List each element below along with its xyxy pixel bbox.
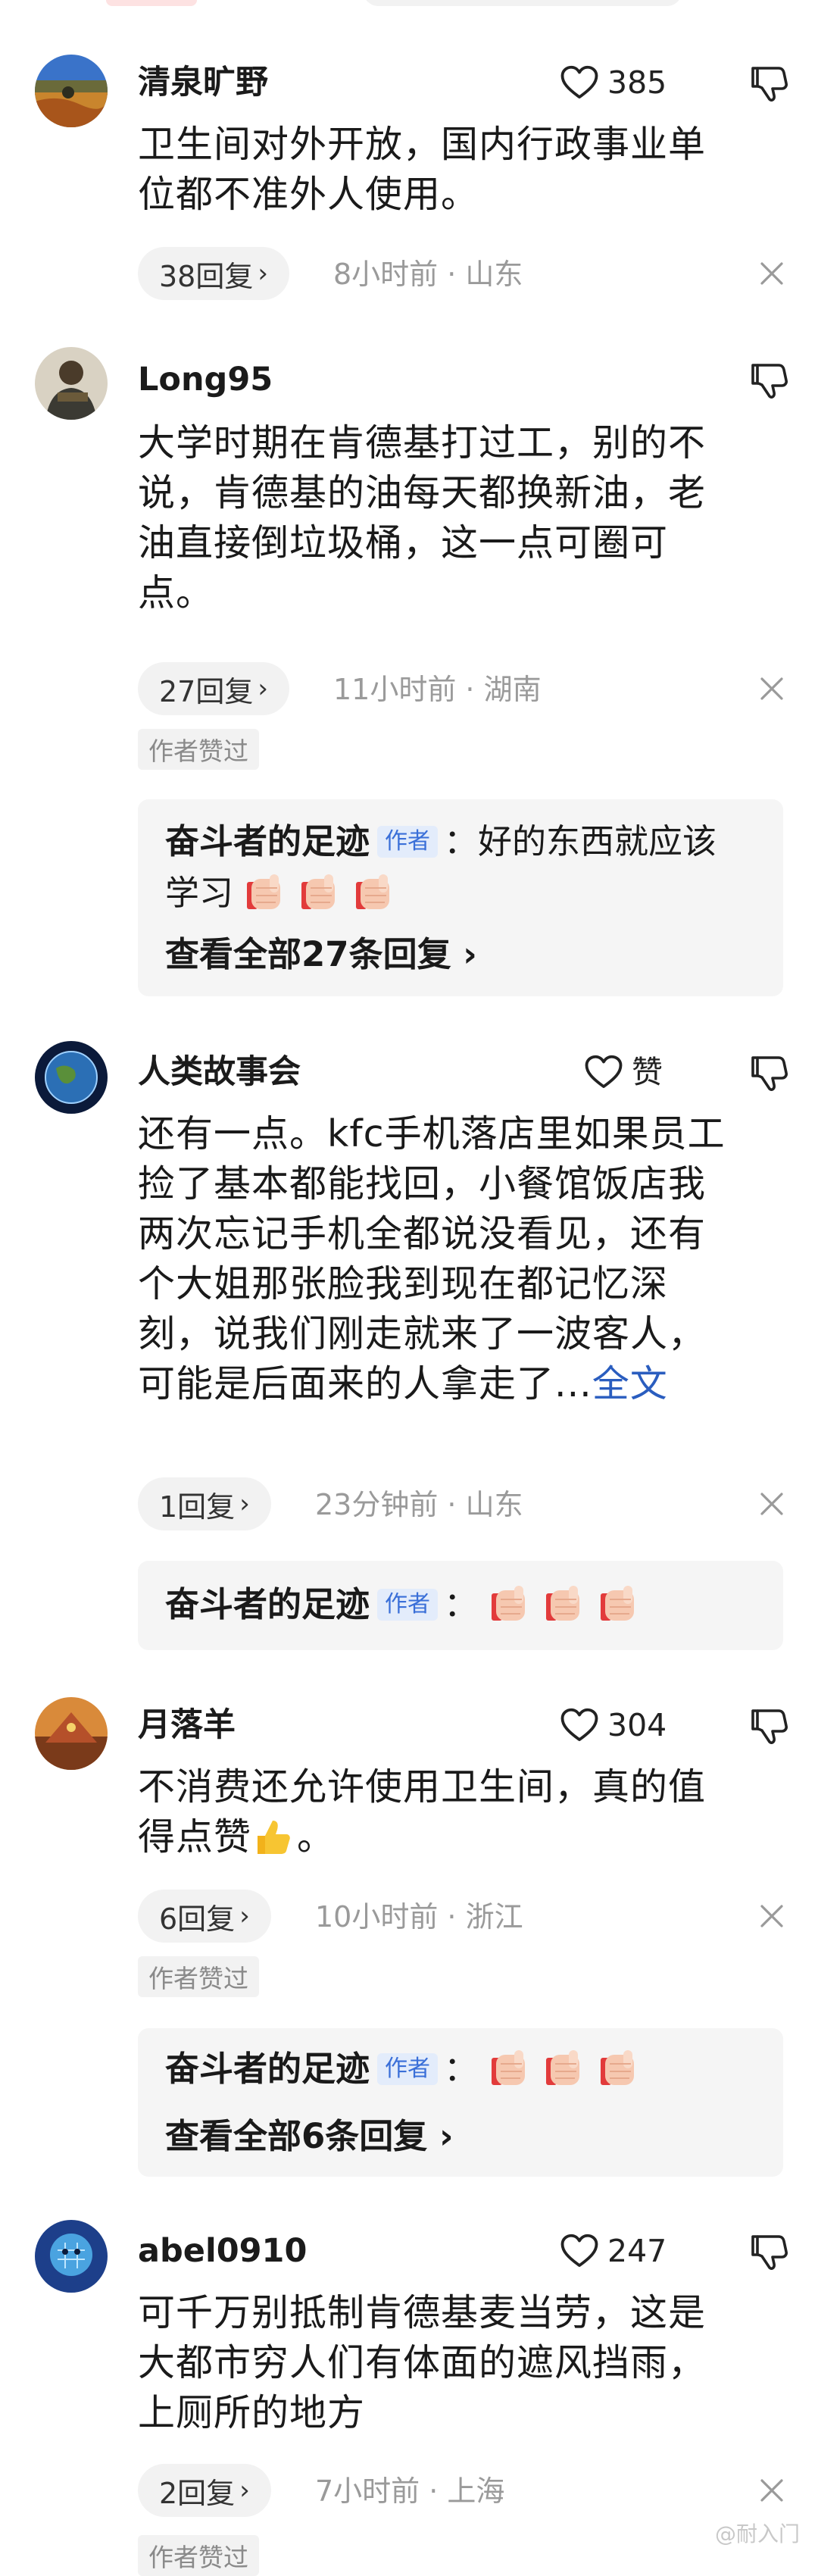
heart-icon: [559, 2231, 600, 2271]
comment-meta: 10小时前 · 浙江: [315, 1900, 523, 1934]
close-icon[interactable]: [759, 2478, 785, 2503]
replies-button[interactable]: 1回复 ›: [138, 1477, 271, 1530]
reply-text: 学习: [165, 873, 234, 913]
watermark: @耐入门: [714, 2521, 800, 2546]
comment-meta: 8小时前 · 山东: [333, 258, 523, 291]
author-liked-tag: 作者赞过: [138, 2535, 259, 2576]
like-button[interactable]: 247: [559, 2231, 667, 2271]
replies-button[interactable]: 27回复 ›: [138, 662, 289, 715]
like-count: 247: [607, 2232, 667, 2269]
expand-full-text-link[interactable]: 全文: [592, 1362, 668, 1405]
chevron-right-icon: ›: [439, 2116, 454, 2156]
avatar[interactable]: [35, 2220, 108, 2293]
thumb-down-icon[interactable]: [748, 62, 791, 105]
reply-preview[interactable]: 奋斗者的足迹 作者： 查看全部6条回复 ›: [138, 2028, 783, 2177]
reply-text: ：好的东西就应该: [444, 821, 717, 861]
comment-meta: 7小时前 · 上海: [315, 2474, 505, 2508]
close-icon[interactable]: [759, 1903, 785, 1929]
avatar[interactable]: [35, 347, 108, 420]
like-count: 385: [607, 64, 667, 101]
reply-line: 学习: [165, 868, 407, 919]
see-all-replies-link[interactable]: 查看全部27条回复 ›: [165, 937, 477, 971]
close-icon[interactable]: [759, 261, 785, 286]
replies-button[interactable]: 38回复 ›: [138, 247, 289, 300]
reply-preview[interactable]: 奋斗者的足迹 作者 ：好的东西就应该 学习 查看全部27条回复 ›: [138, 799, 783, 996]
username[interactable]: abel0910: [138, 2235, 307, 2268]
clapping-hand-emoji: [489, 2047, 534, 2090]
thumbs-up-emoji: [251, 1816, 294, 1859]
avatar[interactable]: [35, 1041, 108, 1114]
thumb-down-icon[interactable]: [748, 1705, 791, 1747]
clapping-hand-emoji: [298, 871, 344, 914]
clapping-hand-emoji: [244, 871, 289, 914]
author-tag: 作者: [377, 1589, 439, 1621]
like-button[interactable]: 304: [559, 1705, 667, 1746]
avatar[interactable]: [35, 55, 108, 127]
chevron-right-icon: ›: [239, 1489, 250, 1519]
chevron-right-icon: ›: [239, 2475, 250, 2506]
comment-text: 还有一点。kfc手机落店里如果员工 捡了基本都能找回，小餐馆饭店我 两次忘记手机…: [138, 1112, 726, 1405]
author-tag: 作者: [377, 826, 439, 858]
author-liked-tag: 作者赞过: [138, 729, 259, 770]
comment-meta: 11小时前 · 湖南: [333, 673, 542, 706]
like-button[interactable]: 赞: [583, 1052, 663, 1093]
close-icon[interactable]: [759, 676, 785, 702]
author-tag: 作者: [377, 2053, 439, 2085]
like-count: 304: [607, 1706, 667, 1743]
username[interactable]: 月落羊: [138, 1709, 236, 1742]
comment-text: 可千万别抵制肯德基麦当劳，这是 大都市穷人们有体面的遮风挡雨， 上厕所的地方: [138, 2291, 707, 2434]
clapping-hand-emoji: [598, 2047, 643, 2090]
reply-line: 奋斗者的足迹 作者 ：好的东西就应该: [165, 816, 717, 868]
reply-author: 奋斗者的足迹: [165, 821, 370, 861]
comment-text: 大学时期在肯德基打过工，别的不 说，肯德基的油每天都换新油，老 油直接倒垃圾桶，…: [138, 421, 707, 614]
cropped-top-bar: [106, 0, 682, 6]
replies-button[interactable]: 2回复 ›: [138, 2464, 271, 2517]
comment-meta: 23分钟前 · 山东: [315, 1488, 523, 1521]
heart-icon: [583, 1052, 624, 1093]
reply-line: 奋斗者的足迹 作者：: [165, 1579, 652, 1630]
username[interactable]: 清泉旷野: [138, 67, 268, 99]
heart-icon: [559, 1705, 600, 1746]
clapping-hand-emoji: [543, 2047, 589, 2090]
thumb-down-icon[interactable]: [748, 2231, 791, 2273]
comment-text: 卫生间对外开放，国内行政事业单 位都不准外人使用。: [138, 123, 707, 216]
chevron-right-icon: ›: [258, 674, 268, 704]
clapping-hand-emoji: [598, 1583, 643, 1625]
chevron-right-icon: ›: [239, 1901, 250, 1931]
username[interactable]: Long95: [138, 364, 273, 396]
see-all-replies-link[interactable]: 查看全部6条回复 ›: [165, 2119, 454, 2153]
clapping-hand-emoji: [353, 871, 398, 914]
like-button[interactable]: 385: [559, 62, 667, 103]
comment-text: 不消费还允许使用卫生间，真的值 得点赞。: [138, 1765, 707, 1859]
close-icon[interactable]: [759, 1491, 785, 1517]
reply-preview[interactable]: 奋斗者的足迹 作者：: [138, 1561, 783, 1650]
thumb-down-icon[interactable]: [748, 359, 791, 402]
reply-author: 奋斗者的足迹: [165, 1584, 370, 1624]
avatar[interactable]: [35, 1697, 108, 1770]
heart-icon: [559, 62, 600, 103]
like-label: 赞: [632, 1053, 663, 1090]
reply-author: 奋斗者的足迹: [165, 2049, 370, 2089]
author-liked-tag: 作者赞过: [138, 1956, 259, 1997]
chevron-right-icon: ›: [463, 934, 477, 974]
thumb-down-icon[interactable]: [748, 1052, 791, 1094]
clapping-hand-emoji: [543, 1583, 589, 1625]
clapping-hand-emoji: [489, 1583, 534, 1625]
chevron-right-icon: ›: [258, 258, 268, 289]
username[interactable]: 人类故事会: [138, 1056, 301, 1089]
replies-button[interactable]: 6回复 ›: [138, 1890, 271, 1943]
reply-line: 奋斗者的足迹 作者：: [165, 2043, 652, 2095]
